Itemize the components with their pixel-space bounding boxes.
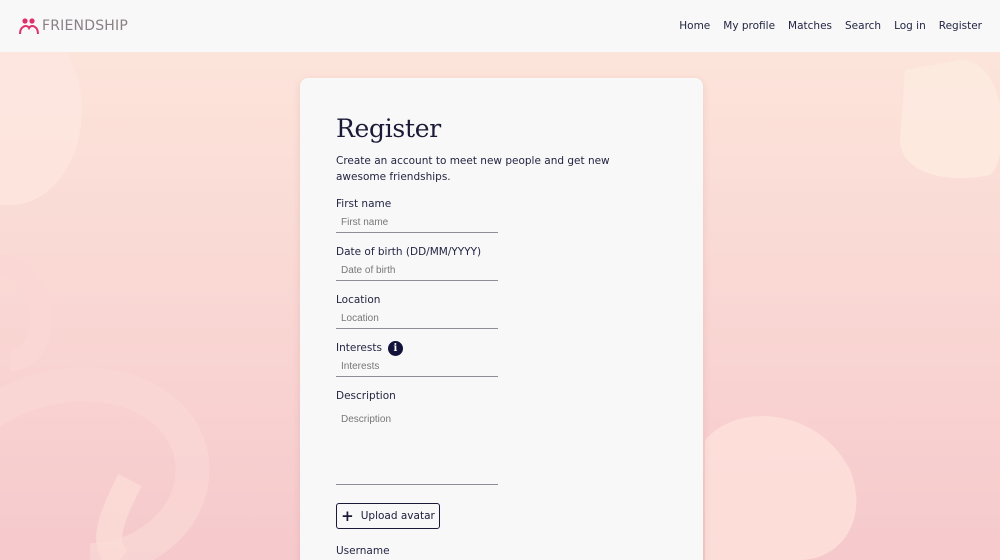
register-card: Register Create an account to meet new p… bbox=[300, 78, 703, 560]
friendship-logo-icon bbox=[19, 18, 39, 35]
date-of-birth-label: Date of birth (DD/MM/YYYY) bbox=[336, 246, 482, 258]
top-navbar: FRIENDSHIP Home My profile Matches Searc… bbox=[0, 0, 1000, 52]
location-field: Location bbox=[336, 293, 498, 329]
nav-register[interactable]: Register bbox=[939, 20, 982, 32]
first-name-input[interactable] bbox=[336, 213, 498, 233]
upload-avatar-button[interactable]: + Upload avatar bbox=[336, 503, 440, 529]
main-nav: Home My profile Matches Search Log in Re… bbox=[679, 20, 982, 32]
info-icon[interactable]: i bbox=[387, 340, 403, 356]
first-name-label: First name bbox=[336, 198, 392, 210]
date-of-birth-input[interactable] bbox=[336, 261, 498, 281]
interests-input[interactable] bbox=[336, 357, 498, 377]
nav-home[interactable]: Home bbox=[679, 20, 710, 32]
intro-text: Create an account to meet new people and… bbox=[336, 155, 610, 183]
description-textarea[interactable] bbox=[336, 405, 498, 485]
location-label: Location bbox=[336, 294, 381, 306]
description-label: Description bbox=[336, 390, 396, 402]
username-label: Username bbox=[336, 545, 390, 557]
description-field: Description bbox=[336, 389, 498, 485]
nav-matches[interactable]: Matches bbox=[788, 20, 832, 32]
plus-icon: + bbox=[341, 507, 354, 525]
nav-search[interactable]: Search bbox=[845, 20, 881, 32]
brand-logo-link[interactable]: FRIENDSHIP bbox=[18, 16, 128, 36]
date-of-birth-field: Date of birth (DD/MM/YYYY) bbox=[336, 245, 498, 281]
nav-my-profile[interactable]: My profile bbox=[723, 20, 775, 32]
nav-log-in[interactable]: Log in bbox=[894, 20, 926, 32]
interests-field: Interests i bbox=[336, 340, 498, 377]
page-title: Register bbox=[336, 114, 441, 143]
interests-label: Interests i bbox=[336, 340, 498, 356]
brand-name: FRIENDSHIP bbox=[42, 18, 128, 34]
upload-avatar-label: Upload avatar bbox=[360, 510, 435, 522]
first-name-field: First name bbox=[336, 197, 498, 233]
location-input[interactable] bbox=[336, 309, 498, 329]
